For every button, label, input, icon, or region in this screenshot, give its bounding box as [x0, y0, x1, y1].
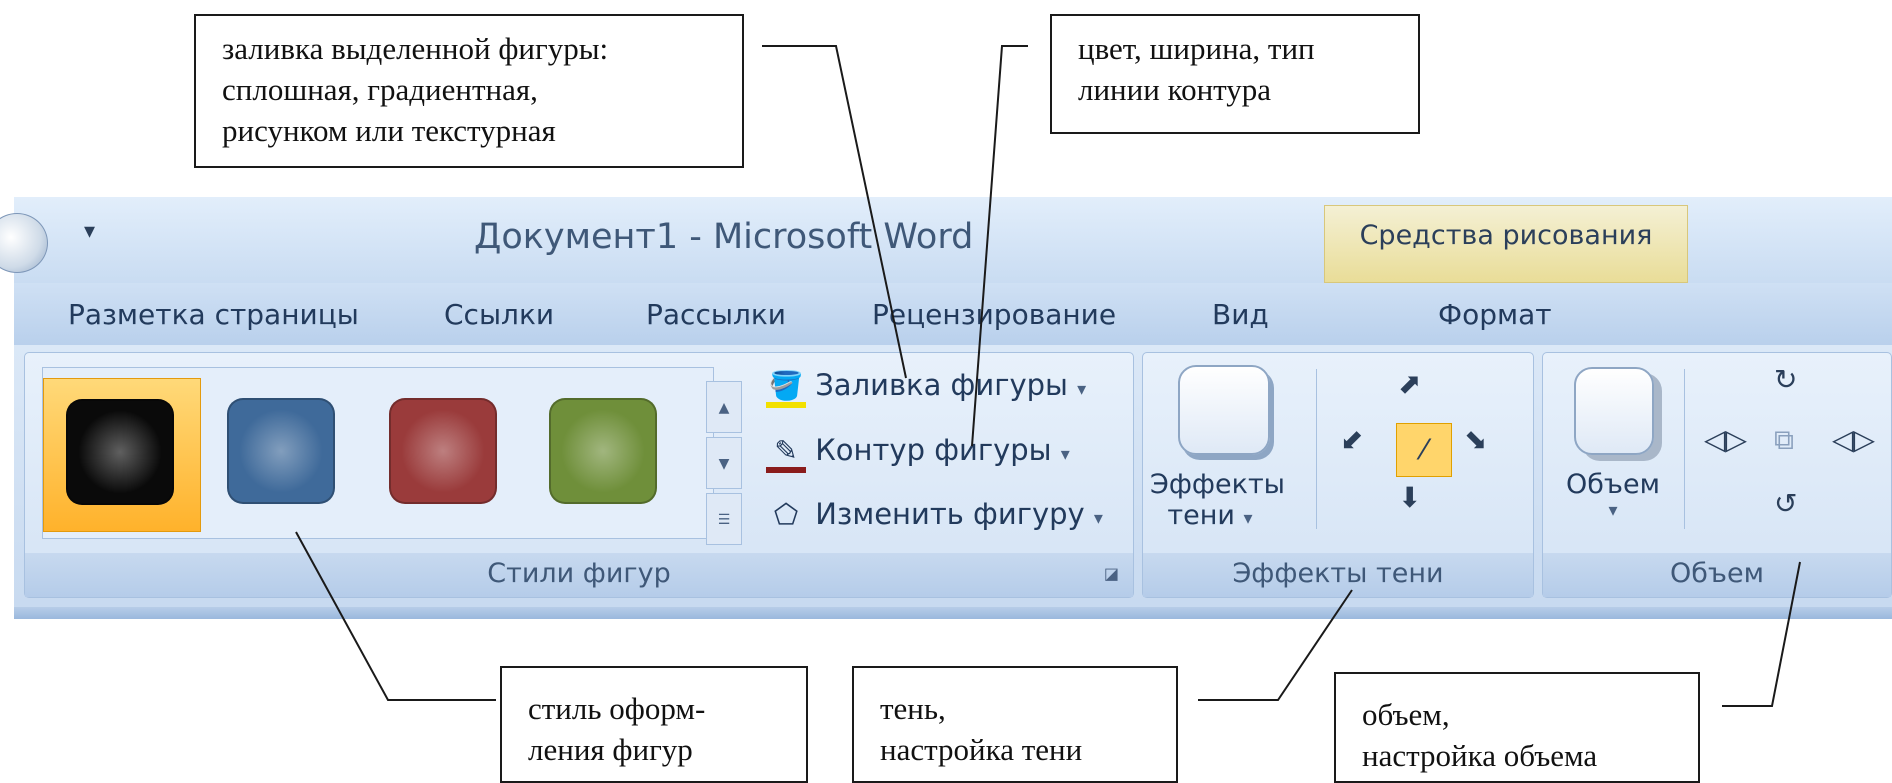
leader-fill: [762, 45, 907, 379]
leader-shadow: [1198, 589, 1353, 701]
leader-lines: [295, 45, 1801, 707]
leader-style: [295, 531, 496, 701]
leader-outline: [971, 45, 1028, 447]
leader-volume: [1722, 561, 1801, 707]
